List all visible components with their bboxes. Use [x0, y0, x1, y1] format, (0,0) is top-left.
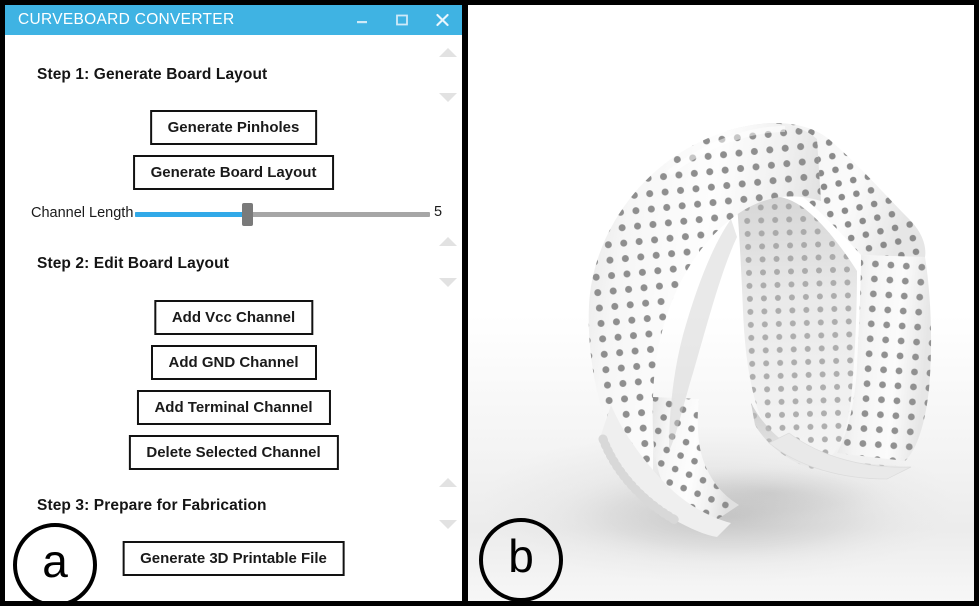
step-3-heading: Step 3: Prepare for Fabrication: [37, 497, 267, 514]
maximize-button[interactable]: [382, 5, 422, 35]
window-title: CURVEBOARD CONVERTER: [18, 11, 235, 28]
window-titlebar[interactable]: CURVEBOARD CONVERTER: [5, 5, 462, 35]
scroll-down-icon[interactable]: [438, 93, 457, 104]
generate-pinholes-button[interactable]: Generate Pinholes: [149, 110, 318, 145]
minimize-button[interactable]: [342, 5, 382, 35]
scroll-up-icon[interactable]: [438, 478, 457, 489]
curveboard-converter-window: CURVEBOARD CONVERTER Step 1: Generate Bo…: [5, 5, 468, 601]
scroll-down-icon[interactable]: [438, 520, 457, 531]
maximize-icon: [396, 14, 408, 26]
channel-length-slider-row: Channel Length 5: [5, 201, 462, 231]
window-controls: [342, 5, 462, 35]
panel-label-b-text: b: [508, 530, 534, 582]
minimize-icon: [357, 21, 367, 24]
panel-label-a: a: [13, 523, 97, 601]
panel-label-a-text: a: [42, 535, 68, 587]
add-terminal-channel-button[interactable]: Add Terminal Channel: [136, 390, 331, 425]
channel-length-value: 5: [434, 204, 443, 220]
add-gnd-channel-button[interactable]: Add GND Channel: [150, 345, 317, 380]
slider-fill: [135, 212, 248, 217]
scroll-up-icon[interactable]: [438, 48, 457, 59]
scroll-up-icon[interactable]: [438, 237, 457, 248]
add-vcc-channel-button[interactable]: Add Vcc Channel: [153, 300, 314, 335]
board-3d-render-panel: b: [468, 5, 974, 601]
step-1-heading: Step 1: Generate Board Layout: [37, 66, 268, 83]
delete-selected-channel-button[interactable]: Delete Selected Channel: [128, 435, 339, 470]
scroll-down-icon[interactable]: [438, 278, 457, 289]
render-stage: [468, 5, 974, 601]
slider-thumb[interactable]: [242, 203, 254, 226]
generate-3d-printable-file-button[interactable]: Generate 3D Printable File: [122, 541, 345, 576]
panel-label-b: b: [479, 518, 563, 601]
figure-container: CURVEBOARD CONVERTER Step 1: Generate Bo…: [0, 0, 979, 606]
close-icon: [435, 13, 449, 27]
close-button[interactable]: [422, 5, 462, 35]
window-client-area: Step 1: Generate Board Layout Generate P…: [5, 35, 462, 601]
channel-length-slider[interactable]: [135, 203, 430, 226]
channel-length-label: Channel Length: [31, 205, 134, 221]
step-2-heading: Step 2: Edit Board Layout: [37, 255, 229, 272]
curved-board-render: [514, 123, 944, 573]
generate-board-layout-button[interactable]: Generate Board Layout: [132, 155, 335, 190]
